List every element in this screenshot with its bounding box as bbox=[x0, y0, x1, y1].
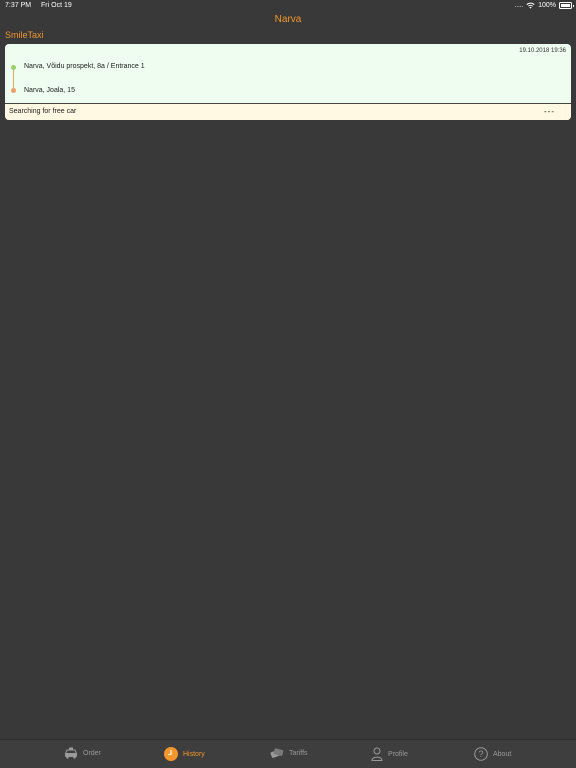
destination-dot-icon bbox=[11, 88, 16, 93]
svg-text:?: ? bbox=[478, 749, 483, 759]
tab-about[interactable]: ? About bbox=[474, 747, 511, 761]
pickup-address: Narva, Võidu prospekt, 8a / Entrance 1 bbox=[24, 63, 145, 70]
tab-profile[interactable]: Profile bbox=[371, 747, 408, 761]
destination-address: Narva, Joala, 15 bbox=[24, 87, 75, 94]
order-status-text: Searching for free car bbox=[9, 108, 77, 115]
tickets-icon bbox=[270, 748, 284, 758]
order-status-bar: Searching for free car --- bbox=[5, 103, 571, 120]
status-time: 7:37 PM bbox=[5, 2, 32, 9]
taxi-icon bbox=[64, 747, 78, 759]
order-status-value: --- bbox=[544, 107, 555, 116]
pickup-dot-icon bbox=[11, 65, 16, 70]
tab-history[interactable]: History bbox=[164, 747, 205, 761]
tab-history-label: History bbox=[183, 750, 205, 758]
tab-order-label: Order bbox=[83, 749, 101, 757]
tab-bar: Order History Tariffs Profile ? About bbox=[0, 739, 576, 768]
clock-icon bbox=[164, 747, 178, 761]
tab-tariffs-label: Tariffs bbox=[289, 749, 308, 757]
route-line bbox=[13, 68, 14, 90]
brand-name: SmileTaxi bbox=[5, 30, 44, 40]
battery-percent: 100% bbox=[538, 2, 556, 9]
question-icon: ? bbox=[474, 747, 488, 761]
signal-indicator: ..... bbox=[514, 2, 524, 9]
tab-about-label: About bbox=[493, 750, 512, 758]
tab-order[interactable]: Order bbox=[64, 747, 101, 759]
tab-tariffs[interactable]: Tariffs bbox=[270, 747, 308, 759]
status-date: Fri Oct 19 bbox=[41, 2, 72, 9]
status-bar: 7:37 PM Fri Oct 19 ..... 100% bbox=[0, 0, 576, 12]
page-title: Narva bbox=[274, 14, 302, 25]
battery-icon bbox=[559, 2, 574, 9]
order-date: 19.10.2018 19:36 bbox=[519, 48, 566, 54]
order-card[interactable]: 19.10.2018 19:36 Narva, Võidu prospekt, … bbox=[5, 44, 571, 120]
tab-profile-label: Profile bbox=[388, 750, 408, 758]
wifi-icon bbox=[526, 2, 535, 9]
person-icon bbox=[371, 747, 383, 761]
